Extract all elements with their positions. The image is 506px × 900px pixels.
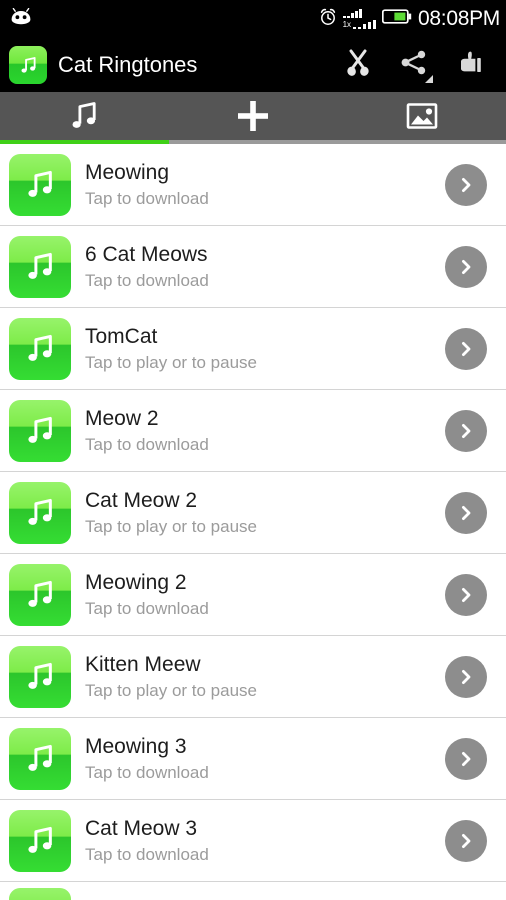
music-note-icon bbox=[9, 645, 71, 708]
list-item-text: Meowing 2 Tap to download bbox=[85, 570, 445, 620]
list-item-subtitle: Tap to play or to pause bbox=[85, 516, 258, 536]
battery-icon bbox=[381, 8, 412, 30]
music-note-app-icon bbox=[9, 46, 47, 84]
music-note-icon bbox=[9, 317, 71, 380]
ringtone-list[interactable]: Meowing Tap to download 6 Cat Meows Tap to … bbox=[0, 144, 506, 900]
list-item-subtitle: Tap to download bbox=[85, 270, 209, 290]
open-arrow-button[interactable] bbox=[445, 819, 487, 862]
share-button[interactable] bbox=[386, 38, 442, 92]
music-note-icon bbox=[9, 809, 71, 872]
music-note-icon bbox=[9, 563, 71, 626]
list-item[interactable]: Kitten Meew Tap to play or to pause bbox=[0, 636, 506, 718]
android-head-icon bbox=[10, 7, 32, 31]
rate-button[interactable] bbox=[442, 38, 498, 92]
list-item-text: Cat Meow 3 Tap to download bbox=[85, 816, 445, 866]
open-arrow-button[interactable] bbox=[445, 737, 487, 780]
open-arrow-button[interactable] bbox=[445, 655, 487, 698]
list-item-subtitle: Tap to download bbox=[85, 844, 209, 864]
list-item-title: Cat Meow 3 bbox=[85, 816, 198, 840]
list-item-subtitle: Tap to download bbox=[85, 762, 209, 782]
list-item[interactable]: TomCat Tap to play or to pause bbox=[0, 308, 506, 390]
list-item-text: TomCat Tap to play or to pause bbox=[85, 324, 445, 374]
tab-indicator bbox=[337, 140, 506, 144]
list-item-text: Kitten Meew Tap to play or to pause bbox=[85, 652, 445, 702]
tab-indicator bbox=[168, 140, 338, 144]
list-item-subtitle: Tap to download bbox=[85, 434, 209, 454]
cut-button[interactable] bbox=[330, 38, 386, 92]
thumbs-up-icon bbox=[455, 48, 485, 83]
list-item[interactable] bbox=[0, 882, 506, 900]
tab-add[interactable] bbox=[168, 92, 338, 144]
list-item-title: Meow 2 bbox=[85, 406, 159, 430]
list-item[interactable]: Meowing 3 Tap to download bbox=[0, 718, 506, 800]
music-note-icon bbox=[9, 481, 71, 544]
music-notes-icon bbox=[67, 99, 101, 138]
alarm-clock-icon bbox=[319, 8, 337, 31]
list-item-title: Meowing bbox=[85, 160, 170, 184]
network-type-label: 1x bbox=[342, 20, 352, 29]
list-item-title: 6 Cat Meows bbox=[85, 242, 208, 266]
action-bar: Cat Ringtones bbox=[0, 38, 506, 92]
list-item-text: Meowing Tap to download bbox=[85, 160, 445, 210]
open-arrow-button[interactable] bbox=[445, 491, 487, 534]
music-note-icon bbox=[9, 399, 71, 462]
open-arrow-button[interactable] bbox=[445, 163, 487, 206]
list-item[interactable]: Meowing Tap to download bbox=[0, 144, 506, 226]
list-item-text: Cat Meow 2 Tap to play or to pause bbox=[85, 488, 445, 538]
list-item[interactable]: Meow 2 Tap to download bbox=[0, 390, 506, 472]
status-bar-clock: 08:08PM bbox=[418, 7, 500, 30]
signal-strength-icon: 1x bbox=[342, 9, 377, 29]
tab-wallpapers[interactable] bbox=[337, 92, 506, 144]
open-arrow-button[interactable] bbox=[445, 327, 487, 370]
open-arrow-button[interactable] bbox=[445, 573, 487, 616]
list-item-subtitle: Tap to play or to pause bbox=[85, 680, 258, 700]
tab-bar bbox=[0, 92, 506, 144]
app-root: 1x 08:08PM Cat Ringtones Meowing Tap to … bbox=[0, 0, 506, 900]
music-note-icon bbox=[9, 888, 71, 900]
list-item[interactable]: 6 Cat Meows Tap to download bbox=[0, 226, 506, 308]
status-bar-notifications bbox=[10, 7, 32, 31]
music-note-icon bbox=[9, 235, 71, 298]
list-item-title: Cat Meow 2 bbox=[85, 488, 198, 512]
list-item-text: Meowing 3 Tap to download bbox=[85, 734, 445, 784]
image-icon bbox=[405, 99, 439, 138]
list-item-text: 6 Cat Meows Tap to download bbox=[85, 242, 445, 292]
list-item-subtitle: Tap to play or to pause bbox=[85, 352, 258, 372]
list-item-subtitle: Tap to download bbox=[85, 188, 209, 208]
action-bar-buttons bbox=[330, 38, 498, 92]
list-item-title: TomCat bbox=[85, 324, 158, 348]
status-bar-indicators: 1x 08:08PM bbox=[319, 7, 500, 31]
tab-active-indicator bbox=[0, 140, 169, 144]
tab-ringtones[interactable] bbox=[0, 92, 169, 144]
list-item-subtitle: Tap to download bbox=[85, 598, 209, 618]
chevron-down-icon bbox=[425, 75, 433, 83]
open-arrow-button[interactable] bbox=[445, 245, 487, 288]
page-title: Cat Ringtones bbox=[58, 52, 198, 77]
list-item-title: Kitten Meew bbox=[85, 652, 201, 676]
music-note-icon bbox=[9, 153, 71, 216]
list-item-title: Meowing 3 bbox=[85, 734, 187, 758]
scissors-icon bbox=[343, 48, 373, 83]
status-bar: 1x 08:08PM bbox=[0, 0, 506, 38]
list-item[interactable]: Cat Meow 2 Tap to play or to pause bbox=[0, 472, 506, 554]
list-item[interactable]: Cat Meow 3 Tap to download bbox=[0, 800, 506, 882]
list-item-text: Meow 2 Tap to download bbox=[85, 406, 445, 456]
plus-icon bbox=[233, 96, 273, 141]
music-note-icon bbox=[9, 727, 71, 790]
open-arrow-button[interactable] bbox=[445, 409, 487, 452]
list-item-title: Meowing 2 bbox=[85, 570, 187, 594]
list-item[interactable]: Meowing 2 Tap to download bbox=[0, 554, 506, 636]
